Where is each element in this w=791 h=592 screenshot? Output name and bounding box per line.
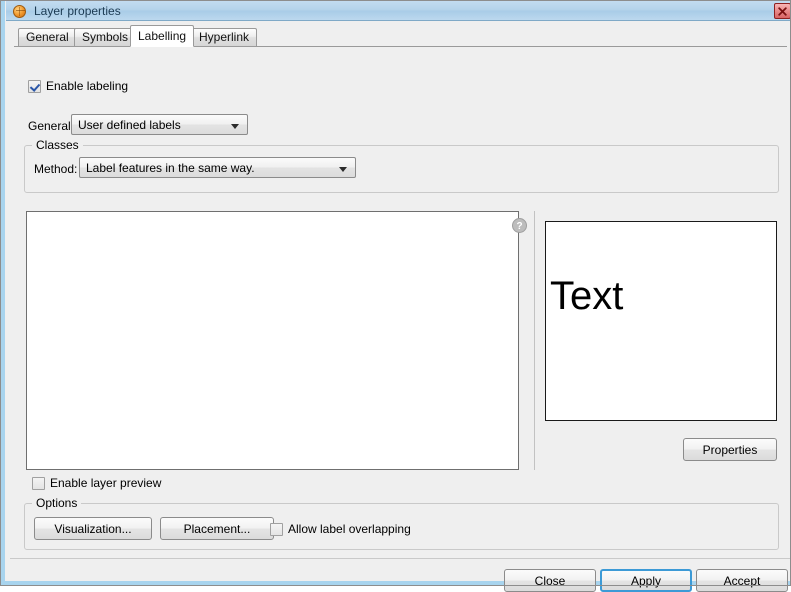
checkbox-box: [32, 476, 45, 490]
tab-labelling[interactable]: Labelling: [130, 25, 195, 47]
chevron-down-icon: [231, 124, 239, 129]
close-button-footer[interactable]: Close: [504, 569, 596, 592]
apply-button[interactable]: Apply: [600, 569, 692, 592]
tab-strip: General Symbols Labelling Hyperlink: [14, 25, 787, 47]
classes-groupbox: Classes Method: Label features in the sa…: [24, 138, 779, 193]
allow-label-overlapping-checkbox[interactable]: Allow label overlapping: [270, 522, 411, 536]
checkbox-box: [270, 522, 283, 536]
general-label: General:: [28, 119, 75, 133]
enable-layer-preview-checkbox[interactable]: Enable layer preview: [32, 476, 161, 490]
dialog-window: Layer properties General Symbols Labelli…: [0, 0, 791, 592]
enable-layer-preview-label: Enable layer preview: [50, 476, 162, 490]
placement-button[interactable]: Placement...: [160, 517, 274, 540]
preview-sample-text: Text: [550, 274, 624, 318]
footer-separator: [10, 558, 791, 559]
checkbox-box: [28, 79, 41, 93]
title-bar[interactable]: Layer properties: [6, 1, 791, 21]
allow-label-overlapping-label: Allow label overlapping: [288, 522, 411, 536]
tab-hyperlink[interactable]: Hyperlink: [191, 28, 258, 46]
tab-symbols[interactable]: Symbols: [74, 28, 137, 46]
options-groupbox: Options Visualization... Placement... Al…: [24, 496, 779, 550]
help-circle-icon[interactable]: ?: [512, 218, 527, 233]
preview-canvas: Text: [545, 221, 777, 421]
classes-groupbox-title: Classes: [32, 138, 83, 152]
tab-general[interactable]: General: [18, 28, 77, 46]
labels-content-panel[interactable]: ?: [26, 211, 527, 470]
general-select-value: User defined labels: [78, 117, 181, 132]
dialog-client-area: General Symbols Labelling Hyperlink Enab…: [10, 21, 791, 592]
globe-icon: [12, 3, 28, 19]
close-icon[interactable]: [774, 3, 791, 19]
properties-button[interactable]: Properties: [683, 438, 777, 461]
chevron-down-icon: [339, 167, 347, 172]
accept-button[interactable]: Accept: [696, 569, 788, 592]
enable-labeling-checkbox[interactable]: Enable labeling: [28, 79, 128, 93]
method-select-value: Label features in the same way.: [86, 160, 255, 175]
method-select[interactable]: Label features in the same way.: [79, 157, 356, 178]
svg-text:?: ?: [516, 221, 522, 232]
options-groupbox-title: Options: [32, 496, 82, 510]
visualization-button[interactable]: Visualization...: [34, 517, 152, 540]
method-label: Method:: [34, 162, 78, 176]
enable-labeling-label: Enable labeling: [46, 79, 129, 93]
window-title: Layer properties: [34, 3, 121, 18]
label-preview-panel: Text Properties: [534, 211, 787, 470]
general-select[interactable]: User defined labels: [71, 114, 248, 135]
